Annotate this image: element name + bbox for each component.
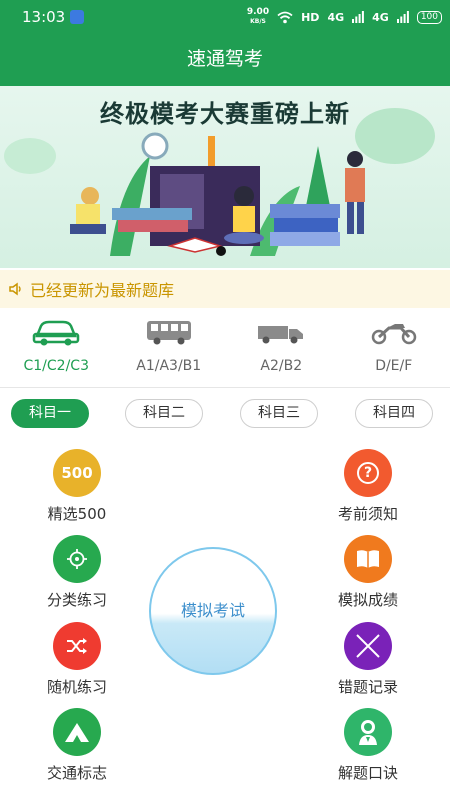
feature-label: 考前须知: [337, 505, 398, 523]
feature-label: 分类练习: [46, 591, 107, 609]
feature-label: 解题口诀: [337, 764, 398, 782]
bus-icon: [146, 321, 191, 345]
license-label: A1/A3/B1: [136, 358, 202, 374]
feature-traffic-signs[interactable]: 交通标志: [27, 708, 127, 794]
subject-tab-bar: 科目一 科目二 科目三 科目四: [0, 399, 450, 429]
status-time: 13:03: [22, 8, 66, 26]
feature-solving-tips[interactable]: 解题口诀: [318, 708, 418, 794]
license-c1c2c3[interactable]: C1/C2/C3: [0, 308, 113, 388]
question-icon: ?: [344, 449, 392, 497]
license-a2b2[interactable]: A2/B2: [225, 308, 338, 388]
banner-illustration: [4, 108, 435, 256]
feature-mistake-records[interactable]: 错题记录: [318, 622, 418, 708]
license-a1a3b1[interactable]: A1/A3/B1: [113, 308, 226, 388]
license-label: C1/C2/C3: [23, 358, 89, 374]
signal-1-label: 4G: [327, 10, 345, 24]
question-mark: ?: [357, 462, 379, 484]
network-speed: 9.00 KB/S: [247, 8, 269, 26]
network-speed-unit: KB/S: [250, 18, 266, 25]
license-label: A2/B2: [260, 358, 303, 374]
signal-bars-2-icon: [396, 11, 409, 23]
feature-label: 精选500: [47, 505, 107, 523]
notification-app-icon: [70, 10, 84, 24]
tab-subject-2[interactable]: 科目二: [125, 399, 203, 428]
x-mark-icon: [344, 622, 392, 670]
500-badge-icon: 500: [53, 449, 101, 497]
notice-bar: 已经更新为最新题库: [0, 270, 450, 308]
feature-random-practice[interactable]: 随机练习: [27, 622, 127, 708]
feature-label: 交通标志: [46, 764, 107, 782]
tab-subject-3[interactable]: 科目三: [240, 399, 318, 428]
feature-exam-notes[interactable]: ? 考前须知: [318, 449, 418, 535]
app-title: 速通驾考: [0, 36, 450, 86]
crosshair-icon: [53, 535, 101, 583]
status-bar: 13:03 9.00 KB/S HD 4G 4G 100: [0, 0, 450, 36]
feature-label: 模拟成绩: [337, 591, 398, 609]
mock-exam-button[interactable]: 模拟考试: [149, 547, 277, 675]
feature-label: 错题记录: [337, 678, 398, 696]
license-def[interactable]: D/E/F: [338, 308, 450, 388]
feature-selected-500[interactable]: 500 精选500: [27, 449, 127, 535]
network-speed-value: 9.00: [246, 7, 270, 17]
tab-subject-1[interactable]: 科目一: [11, 399, 89, 428]
signal-2-label: 4G: [372, 10, 389, 24]
status-indicators: 9.00 KB/S HD 4G 4G 100: [247, 7, 442, 27]
license-category-row: C1/C2/C3 A1/A3/B1 A2/B2 D/E/F: [0, 308, 450, 388]
500-badge-text: 500: [61, 464, 93, 482]
shuffle-icon: [53, 622, 101, 670]
feature-label: 随机练习: [46, 678, 107, 696]
hd-label: HD: [301, 10, 320, 24]
signal-bars-icon: [352, 11, 365, 23]
mountain-sign-icon: [53, 708, 101, 756]
mock-exam-label: 模拟考试: [180, 601, 245, 620]
license-label: D/E/F: [375, 358, 413, 374]
wifi-icon: [277, 11, 293, 23]
carousel-indicator[interactable]: [216, 246, 226, 256]
notice-text: 已经更新为最新题库: [30, 281, 175, 300]
truck-icon: [258, 326, 303, 344]
battery-indicator: 100: [416, 10, 442, 24]
motorcycle-icon: [371, 324, 416, 345]
tab-subject-4[interactable]: 科目四: [355, 399, 433, 428]
speaker-icon: [9, 282, 21, 296]
book-icon: [344, 535, 392, 583]
car-icon: [32, 320, 80, 346]
feature-category-practice[interactable]: 分类练习: [27, 535, 127, 621]
feature-mock-scores[interactable]: 模拟成绩: [318, 535, 418, 621]
promo-banner[interactable]: 终极模考大赛重磅上新: [0, 86, 450, 268]
person-badge-icon: [344, 708, 392, 756]
